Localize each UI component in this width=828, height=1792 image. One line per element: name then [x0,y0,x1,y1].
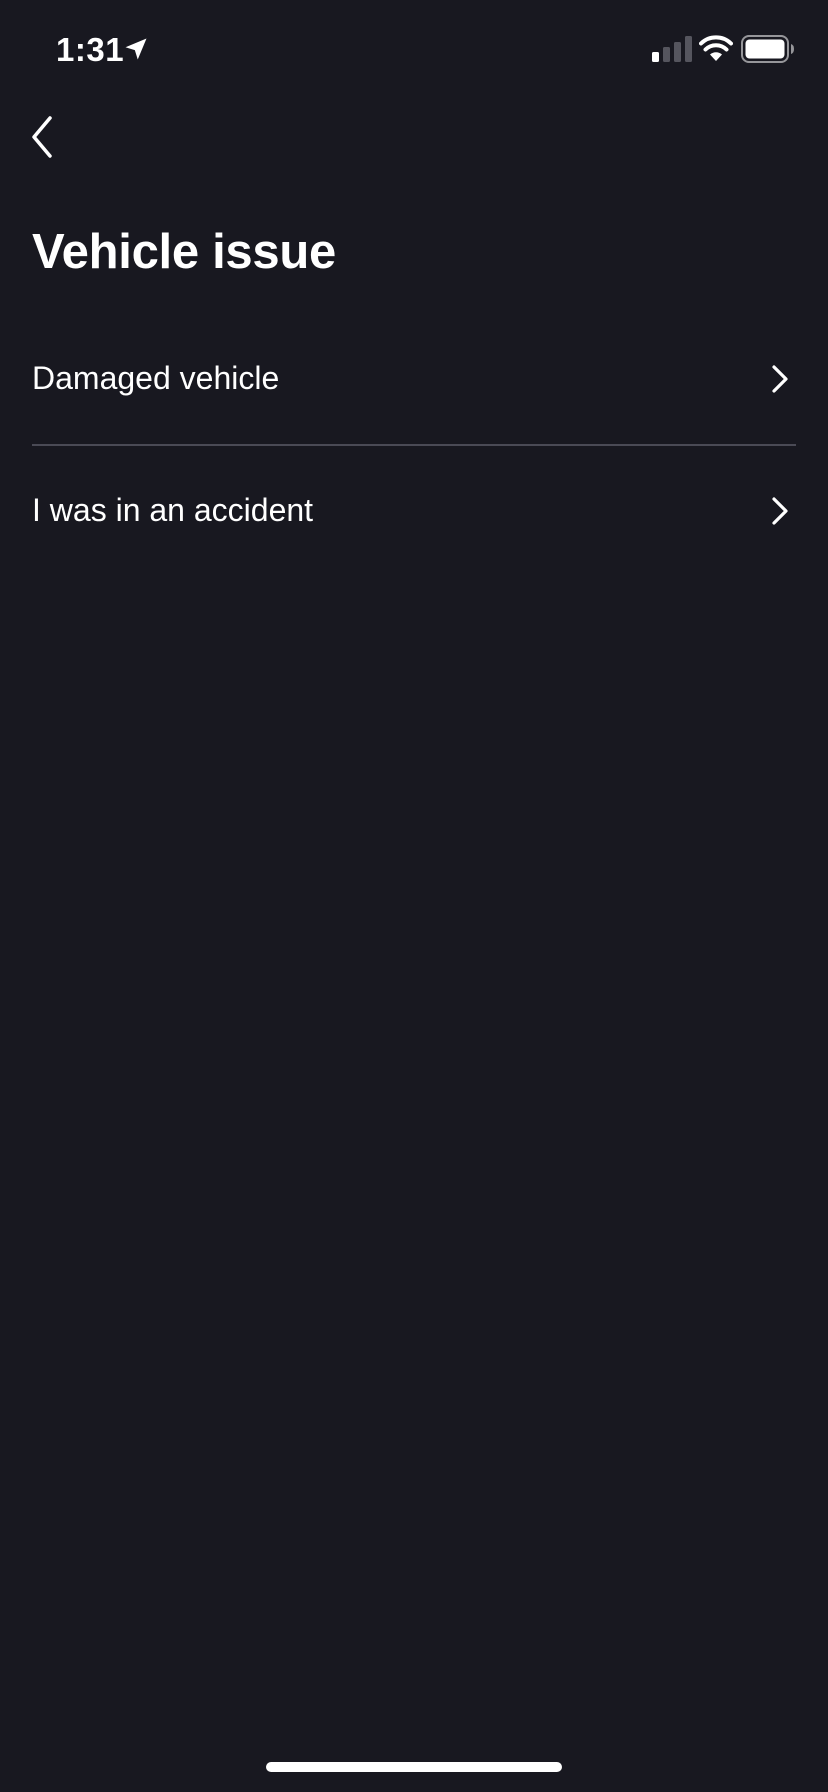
chevron-right-icon [772,365,788,393]
cellular-signal-icon [652,36,692,62]
chevron-right-icon [772,496,788,525]
menu-item-damaged-vehicle[interactable]: Damaged vehicle [32,314,796,444]
home-indicator [266,1762,562,1772]
page-title: Vehicle issue [32,225,336,279]
menu-item-accident[interactable]: I was in an accident [32,446,796,576]
status-time: 1:31 [56,31,125,68]
menu-item-label: I was in an accident [32,491,314,528]
back-button[interactable] [22,108,82,168]
menu-item-label: Damaged vehicle [32,360,280,396]
wifi-icon [699,35,733,61]
location-arrow-icon [125,38,147,60]
battery-icon [741,35,794,63]
chevron-left-icon [32,116,52,158]
menu-list: Damaged vehicle I was in an accident [32,314,796,576]
status-bar: 1:31 [0,0,828,100]
